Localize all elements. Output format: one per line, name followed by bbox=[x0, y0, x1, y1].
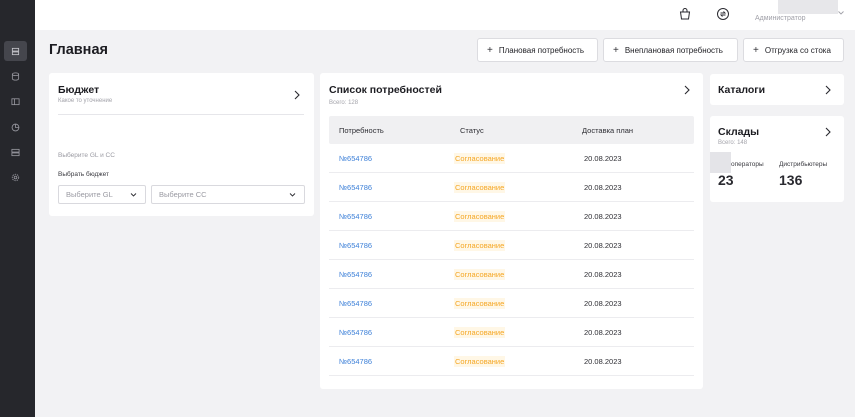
need-id-link[interactable]: №654786 bbox=[339, 270, 372, 279]
cc-select[interactable]: Выберите CC bbox=[151, 185, 305, 204]
needs-total: Всего: 128 bbox=[329, 100, 359, 106]
page-title: Главная bbox=[49, 42, 108, 58]
database-icon bbox=[11, 71, 20, 81]
table-row[interactable]: №654786 Согласование 20.08.2023 bbox=[329, 260, 694, 289]
need-id-link[interactable]: №654786 bbox=[339, 357, 372, 366]
table-row[interactable]: №654786 Согласование 20.08.2023 bbox=[329, 289, 694, 318]
unplanned-need-button[interactable]: + Внеплановая потребность bbox=[603, 38, 738, 62]
need-id-link[interactable]: №654786 bbox=[339, 328, 372, 337]
table-row[interactable]: №654786 Согласование 20.08.2023 bbox=[329, 231, 694, 260]
sidebar-item-stack[interactable] bbox=[4, 142, 27, 162]
operators-label: операторы bbox=[731, 161, 764, 168]
cc-select-placeholder: Выберите CC bbox=[159, 190, 207, 199]
plus-icon: + bbox=[613, 44, 619, 56]
sidebar-item-home[interactable] bbox=[4, 41, 27, 61]
budget-hint: Выберите GL и CC bbox=[58, 152, 115, 159]
budget-subtitle: Какое то уточнение bbox=[58, 98, 113, 104]
layers-icon bbox=[11, 47, 20, 55]
planned-need-label: Плановая потребность bbox=[498, 45, 585, 55]
need-id-link[interactable]: №654786 bbox=[339, 183, 372, 192]
chevron-down-icon[interactable] bbox=[837, 9, 845, 17]
sidebar-item-panel[interactable] bbox=[4, 91, 27, 111]
chart-icon bbox=[11, 123, 20, 131]
needs-title: Список потребностей bbox=[329, 84, 442, 96]
top-bar: Администратор bbox=[35, 0, 855, 30]
distributors-label: Дистрибьютеры bbox=[779, 161, 828, 168]
table-row[interactable]: №654786 Согласование 20.08.2023 bbox=[329, 173, 694, 202]
table-row[interactable]: №654786 Согласование 20.08.2023 bbox=[329, 202, 694, 231]
need-id-link[interactable]: №654786 bbox=[339, 299, 372, 308]
sidebar-item-settings[interactable] bbox=[4, 167, 27, 187]
status-badge: Согласование bbox=[454, 327, 506, 338]
status-badge: Согласование bbox=[454, 182, 506, 193]
chevron-down-icon bbox=[289, 193, 296, 197]
delivery-date: 20.08.2023 bbox=[584, 299, 622, 308]
delivery-date: 20.08.2023 bbox=[584, 212, 622, 221]
sidebar-item-reports[interactable] bbox=[4, 117, 27, 137]
chevron-right-icon[interactable] bbox=[683, 85, 691, 95]
column-header[interactable]: Доставка план bbox=[582, 126, 633, 135]
planned-need-button[interactable]: + Плановая потребность bbox=[477, 38, 598, 62]
status-badge: Согласование bbox=[454, 298, 506, 309]
status-badge: Согласование bbox=[454, 153, 506, 164]
sidebar bbox=[0, 0, 35, 417]
warehouses-total: Всего: 148 bbox=[718, 140, 748, 146]
basket-icon[interactable] bbox=[678, 7, 692, 21]
need-id-link[interactable]: №654786 bbox=[339, 212, 372, 221]
unplanned-need-label: Внеплановая потребность bbox=[624, 45, 723, 55]
column-header[interactable]: Статус bbox=[460, 126, 484, 135]
gl-select-placeholder: Выберите GL bbox=[66, 190, 113, 199]
chevron-right-icon[interactable] bbox=[824, 85, 832, 95]
chevron-right-icon[interactable] bbox=[293, 90, 301, 100]
stack-icon bbox=[11, 148, 20, 156]
need-id-link[interactable]: №654786 bbox=[339, 241, 372, 250]
avatar[interactable] bbox=[778, 0, 838, 14]
status-badge: Согласование bbox=[454, 269, 506, 280]
image-placeholder bbox=[710, 152, 731, 173]
divider bbox=[58, 114, 304, 115]
gear-icon bbox=[11, 173, 20, 181]
distributors-value: 136 bbox=[779, 172, 803, 188]
delivery-date: 20.08.2023 bbox=[584, 357, 622, 366]
delivery-date: 20.08.2023 bbox=[584, 183, 622, 192]
sidebar-panel-icon bbox=[11, 97, 20, 105]
status-badge: Согласование bbox=[454, 240, 506, 251]
chevron-right-icon[interactable] bbox=[824, 127, 832, 137]
delivery-date: 20.08.2023 bbox=[584, 328, 622, 337]
stock-shipment-button[interactable]: + Отгрузка со стока bbox=[743, 38, 844, 62]
chevron-down-icon bbox=[130, 193, 137, 197]
status-badge: Согласование bbox=[454, 211, 506, 222]
table-header: Потребность Статус Доставка план bbox=[329, 116, 694, 144]
budget-title: Бюджет bbox=[58, 84, 100, 96]
need-id-link[interactable]: №654786 bbox=[339, 154, 372, 163]
refresh-icon[interactable] bbox=[716, 7, 730, 21]
operators-value: 23 bbox=[718, 172, 734, 188]
stock-shipment-label: Отгрузка со стока bbox=[764, 45, 831, 55]
sidebar-item-database[interactable] bbox=[4, 66, 27, 86]
warehouses-title: Склады bbox=[718, 126, 760, 138]
plus-icon: + bbox=[487, 44, 493, 56]
gl-select[interactable]: Выберите GL bbox=[58, 185, 146, 204]
delivery-date: 20.08.2023 bbox=[584, 154, 622, 163]
status-badge: Согласование bbox=[454, 356, 506, 367]
user-role: Администратор bbox=[755, 15, 806, 22]
delivery-date: 20.08.2023 bbox=[584, 270, 622, 279]
table-row[interactable]: №654786 Согласование 20.08.2023 bbox=[329, 347, 694, 376]
column-header[interactable]: Потребность bbox=[339, 126, 384, 135]
catalogs-title: Каталоги bbox=[718, 84, 766, 96]
plus-icon: + bbox=[753, 44, 759, 56]
delivery-date: 20.08.2023 bbox=[584, 241, 622, 250]
table-row[interactable]: №654786 Согласование 20.08.2023 bbox=[329, 318, 694, 347]
budget-select-label: Выбрать бюджет bbox=[58, 171, 109, 178]
table-row[interactable]: №654786 Согласование 20.08.2023 bbox=[329, 144, 694, 173]
